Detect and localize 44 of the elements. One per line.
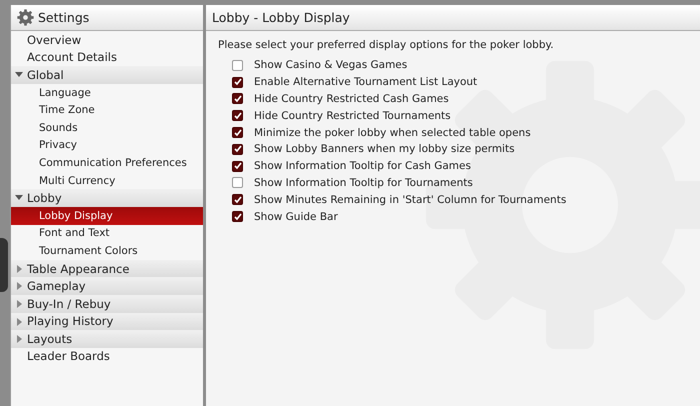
- sidebar-group[interactable]: Gameplay: [11, 277, 203, 295]
- sidebar-group[interactable]: Table Appearance: [11, 260, 203, 278]
- sidebar-subitem[interactable]: Font and Text: [11, 224, 203, 242]
- side-tab[interactable]: [0, 238, 8, 292]
- checkbox[interactable]: [232, 127, 243, 138]
- sidebar-subitem[interactable]: Time Zone: [11, 101, 203, 119]
- option-label: Show Guide Bar: [254, 210, 338, 223]
- sidebar-item[interactable]: Account Details: [11, 48, 203, 66]
- sidebar-group[interactable]: Global: [11, 66, 203, 84]
- option-label: Show Minutes Remaining in 'Start' Column for Tournaments: [254, 194, 566, 206]
- sidebar-subitem[interactable]: Lobby Display: [11, 206, 203, 225]
- option-label: Show Information Tooltip for Tournaments: [254, 176, 473, 189]
- sidebar-item[interactable]: Leader Boards: [11, 348, 203, 366]
- checkbox[interactable]: [232, 211, 243, 222]
- settings-icon: [17, 9, 34, 26]
- option-label: Enable Alternative Tournament List Layout: [254, 76, 478, 88]
- sidebar-subitem[interactable]: Communication Preferences: [11, 154, 203, 172]
- checkbox[interactable]: [232, 177, 243, 188]
- sidebar-subitem[interactable]: Multi Currency: [11, 172, 203, 190]
- intro-text: Please select your preferred display options for the poker lobby.: [218, 39, 555, 51]
- checkbox[interactable]: [232, 160, 243, 172]
- option-label: Hide Country Restricted Tournaments: [254, 110, 451, 122]
- option-label: Minimize the poker lobby when selected table opens: [254, 126, 531, 139]
- checkbox[interactable]: [232, 76, 243, 88]
- sidebar-group[interactable]: Playing History: [11, 312, 203, 330]
- option-label: Hide Country Restricted Cash Games: [254, 92, 449, 105]
- panel-title: Lobby - Lobby Display: [212, 10, 350, 25]
- sidebar-group[interactable]: Lobby: [11, 189, 203, 207]
- sidebar-subitem[interactable]: Tournament Colors: [11, 242, 203, 260]
- option-label: Show Information Tooltip for Cash Games: [254, 160, 471, 172]
- sidebar-group[interactable]: Layouts: [11, 330, 203, 348]
- checkbox[interactable]: [232, 194, 243, 206]
- option-label: Show Casino & Vegas Games: [254, 59, 408, 72]
- sidebar-title: Settings: [38, 10, 90, 25]
- sidebar-group[interactable]: Buy-In / Rebuy: [11, 294, 203, 312]
- checkbox[interactable]: [232, 60, 243, 71]
- checkbox[interactable]: [232, 144, 243, 155]
- option-label: Show Lobby Banners when my lobby size permits: [254, 143, 515, 156]
- sidebar-subitem[interactable]: Sounds: [11, 118, 203, 137]
- checkbox[interactable]: [232, 93, 243, 104]
- sidebar-item[interactable]: Overview: [11, 31, 203, 49]
- checkbox[interactable]: [232, 110, 243, 122]
- sidebar-subitem[interactable]: Privacy: [11, 136, 203, 154]
- sidebar-subitem[interactable]: Language: [11, 84, 203, 102]
